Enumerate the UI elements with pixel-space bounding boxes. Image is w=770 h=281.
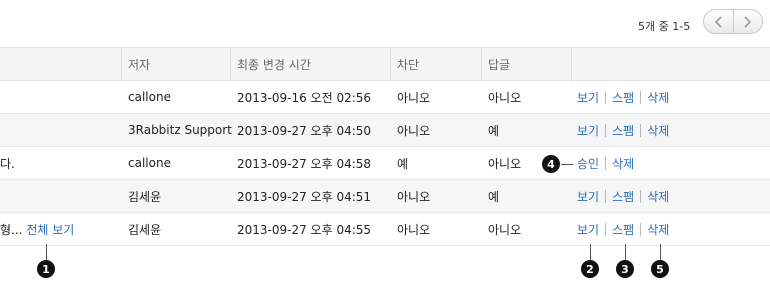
callout-badge-4: 4	[542, 155, 560, 173]
author: 김세윤	[128, 222, 162, 237]
callout-leader-4	[561, 164, 573, 165]
author: 3Rabbitz Support	[128, 123, 232, 137]
block-status: 아니오	[397, 222, 431, 237]
header-reply[interactable]: 답글	[488, 48, 510, 80]
delete-link[interactable]: 삭제	[647, 221, 669, 238]
callout-badge-5: 5	[651, 260, 669, 278]
reply-status: 아니오	[488, 222, 522, 237]
spam-link[interactable]: 스팸	[612, 89, 634, 106]
time: 2013-09-27 오후 04:51	[237, 189, 372, 204]
block-status: 아니오	[397, 90, 431, 105]
author: 김세윤	[128, 189, 162, 204]
callout-leader-3	[625, 244, 626, 260]
callout-leader-5	[660, 244, 661, 260]
next-page-button[interactable]	[732, 10, 763, 33]
block-status: 예	[397, 156, 409, 171]
table-row: callone 2013-09-16 오전 02:56 아니오 아니오 보기 스…	[0, 81, 770, 114]
header-block[interactable]: 차단	[397, 48, 419, 80]
pager-count: 5개 중 1-5	[638, 20, 691, 33]
view-all-link[interactable]: 전체 보기	[26, 221, 74, 238]
callout-leader-1	[46, 244, 47, 260]
view-link[interactable]: 보기	[577, 221, 599, 238]
time: 2013-09-27 오후 04:58	[237, 156, 372, 171]
block-status: 아니오	[397, 189, 431, 204]
table-header-row: 저자 최종 변경 시간 차단 답글	[0, 47, 770, 82]
prev-page-button[interactable]	[704, 10, 733, 33]
view-link[interactable]: 보기	[577, 122, 599, 139]
view-link[interactable]: 보기	[577, 188, 599, 205]
time: 2013-09-16 오전 02:56	[237, 90, 372, 105]
delete-link[interactable]: 삭제	[647, 89, 669, 106]
reply-status: 아니오	[488, 90, 522, 105]
table-row: 다. callone 2013-09-27 오후 04:58 예 아니오 승인 …	[0, 147, 770, 180]
table-row: 3Rabbitz Support 2013-09-27 오후 04:50 아니오…	[0, 114, 770, 147]
spam-link[interactable]: 스팸	[612, 221, 634, 238]
callout-badge-3: 3	[616, 260, 634, 278]
delete-link[interactable]: 삭제	[612, 155, 634, 172]
message-text: 형...	[0, 222, 23, 237]
spam-link[interactable]: 스팸	[612, 188, 634, 205]
callout-leader-2	[590, 244, 591, 260]
author: callone	[128, 90, 171, 104]
chevron-left-icon	[714, 15, 722, 28]
approve-link[interactable]: 승인	[577, 155, 599, 172]
callout-badge-1: 1	[37, 260, 55, 278]
delete-link[interactable]: 삭제	[647, 122, 669, 139]
time: 2013-09-27 오후 04:50	[237, 123, 372, 138]
table-row: 형... 전체 보기 김세윤 2013-09-27 오후 04:55 아니오 아…	[0, 213, 770, 246]
reply-status: 예	[488, 123, 500, 138]
callout-badge-2: 2	[581, 260, 599, 278]
author: callone	[128, 156, 171, 170]
header-author[interactable]: 저자	[128, 48, 150, 80]
spam-link[interactable]: 스팸	[612, 122, 634, 139]
view-link[interactable]: 보기	[577, 89, 599, 106]
pager-buttons	[703, 9, 763, 34]
chevron-right-icon	[744, 15, 752, 28]
delete-link[interactable]: 삭제	[647, 188, 669, 205]
reply-status: 아니오	[488, 156, 522, 171]
time: 2013-09-27 오후 04:55	[237, 222, 372, 237]
table-row: 김세윤 2013-09-27 오후 04:51 아니오 예 보기 스팸 삭제	[0, 180, 770, 213]
reply-status: 예	[488, 189, 500, 204]
block-status: 아니오	[397, 123, 431, 138]
message-text: 다.	[0, 156, 15, 171]
header-time[interactable]: 최종 변경 시간	[237, 48, 311, 80]
message-cell: 형... 전체 보기	[0, 213, 74, 245]
